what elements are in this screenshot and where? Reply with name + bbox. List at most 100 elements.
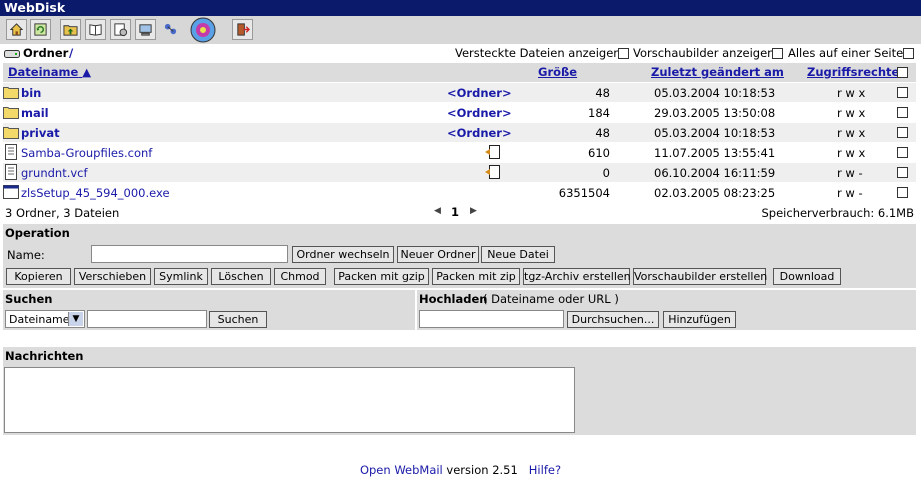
- file-date: 02.03.2005 08:23:25: [654, 186, 776, 200]
- table-row: mail <Ordner> 184 29.03.2005 13:50:08 r …: [3, 103, 916, 122]
- search-title: Suchen: [5, 292, 53, 306]
- search-input[interactable]: [87, 310, 207, 328]
- table-row: privat <Ordner> 48 05.03.2004 10:18:53 r…: [3, 123, 916, 142]
- next-page-icon[interactable]: ▶: [470, 206, 477, 216]
- version-text: version 2.51: [446, 463, 518, 477]
- search-field-select[interactable]: Dateiname ▼: [5, 310, 85, 328]
- table-row: bin <Ordner> 48 05.03.2004 10:18:53 r w …: [3, 83, 916, 102]
- one-page-label: Alles auf einer Seite: [788, 46, 904, 60]
- sort-by-name[interactable]: Dateiname ▲: [8, 65, 91, 79]
- messages-textarea[interactable]: [4, 367, 575, 433]
- move-button[interactable]: Verschieben: [74, 268, 151, 285]
- file-table-header: Dateiname ▲ Größe Zuletzt geändert am Zu…: [3, 63, 916, 82]
- name-label: Name:: [7, 248, 45, 262]
- browse-button[interactable]: Durchsuchen...: [567, 311, 659, 328]
- file-checkbox[interactable]: [897, 127, 908, 138]
- openwebmail-logo-icon[interactable]: [190, 17, 216, 43]
- new-file-button[interactable]: Neue Datei: [481, 246, 555, 263]
- download-button[interactable]: Download: [773, 268, 841, 285]
- sort-by-size[interactable]: Größe: [538, 65, 577, 79]
- folder-tag[interactable]: <Ordner>: [447, 86, 512, 100]
- file-perms: r w x: [837, 86, 866, 100]
- file-name-link[interactable]: bin: [21, 86, 41, 100]
- folder-up-icon[interactable]: [60, 19, 81, 40]
- sort-by-modified[interactable]: Zuletzt geändert am: [651, 65, 784, 79]
- tgz-button[interactable]: tgz-Archiv erstellen: [523, 268, 631, 285]
- delete-button[interactable]: Löschen: [211, 268, 271, 285]
- edit-file-icon[interactable]: [484, 144, 502, 163]
- file-size: 48: [595, 86, 610, 100]
- chevron-down-icon: ▼: [68, 312, 83, 326]
- file-checkbox[interactable]: [897, 167, 908, 178]
- page-number: 1: [451, 205, 460, 219]
- file-name-link[interactable]: privat: [21, 126, 60, 140]
- file-name-link[interactable]: zlsSetup_45_594_000.exe: [21, 186, 170, 200]
- toolbar: [0, 16, 921, 44]
- preferences-icon[interactable]: [110, 19, 131, 40]
- add-upload-button[interactable]: Hinzufügen: [663, 311, 736, 328]
- folder-icon: [3, 105, 19, 122]
- file-perms: r w -: [837, 186, 863, 200]
- footer: Open WebMail version 2.51 Hilfe?: [0, 463, 921, 477]
- gzip-button[interactable]: Packen mit gzip: [334, 268, 429, 285]
- search-field-value: Dateiname: [9, 313, 70, 326]
- folder-tag[interactable]: <Ordner>: [447, 106, 512, 120]
- edit-file-icon[interactable]: [484, 164, 502, 183]
- folder-tag[interactable]: <Ordner>: [447, 126, 512, 140]
- home-icon[interactable]: [6, 19, 27, 40]
- file-perms: r w x: [837, 106, 866, 120]
- show-thumbs-checkbox[interactable]: [772, 48, 783, 59]
- file-checkbox[interactable]: [897, 187, 908, 198]
- title-bar: WebDisk: [0, 0, 921, 16]
- operation-title: Operation: [5, 226, 70, 240]
- select-all-checkbox[interactable]: [897, 67, 908, 78]
- book-icon[interactable]: [85, 19, 106, 40]
- file-checkbox[interactable]: [897, 107, 908, 118]
- file-perms: r w x: [837, 146, 866, 160]
- one-page-checkbox[interactable]: [903, 48, 914, 59]
- logout-icon[interactable]: [232, 19, 253, 40]
- text-file-icon: [4, 144, 18, 163]
- change-folder-button[interactable]: Ordner wechseln: [292, 246, 394, 263]
- name-input[interactable]: [91, 245, 288, 263]
- search-panel: Suchen Dateiname ▼ Suchen: [3, 290, 415, 330]
- sort-by-perms[interactable]: Zugriffsrechte: [807, 65, 899, 79]
- drive-icon: [4, 48, 20, 62]
- prev-page-icon[interactable]: ◀: [434, 206, 441, 216]
- file-perms: r w x: [837, 126, 866, 140]
- window-title: WebDisk: [4, 0, 66, 15]
- show-hidden-checkbox[interactable]: [618, 48, 629, 59]
- file-size: 48: [595, 126, 610, 140]
- copy-button[interactable]: Kopieren: [6, 268, 71, 285]
- storage-usage: Speicherverbrauch: 6.1MB: [761, 206, 915, 220]
- search-button[interactable]: Suchen: [209, 311, 267, 328]
- upload-panel: Hochladen ( Dateiname oder URL ) Durchsu…: [417, 290, 916, 330]
- folder-icon: [3, 85, 19, 102]
- path-root-link[interactable]: /: [69, 46, 73, 60]
- file-name-link[interactable]: grundnt.vcf: [21, 166, 88, 180]
- file-checkbox[interactable]: [897, 87, 908, 98]
- thumbnails-button[interactable]: Vorschaubilder erstellen: [633, 268, 767, 285]
- file-name-link[interactable]: mail: [21, 106, 49, 120]
- text-file-icon: [4, 164, 18, 183]
- operation-panel: Operation Name: Ordner wechseln Neuer Or…: [3, 224, 916, 288]
- file-date: 05.03.2004 10:18:53: [654, 86, 776, 100]
- file-name-link[interactable]: Samba-Groupfiles.conf: [21, 146, 152, 160]
- file-date: 29.03.2005 13:50:08: [654, 106, 776, 120]
- sort-asc-icon: ▲: [82, 65, 92, 79]
- refresh-icon[interactable]: [30, 19, 51, 40]
- zip-button[interactable]: Packen mit zip: [432, 268, 520, 285]
- table-row: zlsSetup_45_594_000.exe 6351504 02.03.20…: [3, 183, 916, 202]
- table-row: Samba-Groupfiles.conf 610 11.07.2005 13:…: [3, 143, 916, 162]
- help-link[interactable]: Hilfe?: [529, 463, 561, 477]
- upload-file-input[interactable]: [419, 310, 564, 328]
- openwebmail-link[interactable]: Open WebMail: [360, 463, 443, 477]
- computer-icon[interactable]: [135, 19, 156, 40]
- upload-title: Hochladen: [419, 292, 488, 306]
- file-perms: r w -: [837, 166, 863, 180]
- symlink-button[interactable]: Symlink: [154, 268, 208, 285]
- network-icon[interactable]: [160, 19, 181, 40]
- new-folder-button[interactable]: Neuer Ordner: [397, 246, 479, 263]
- file-checkbox[interactable]: [897, 147, 908, 158]
- chmod-button[interactable]: Chmod: [274, 268, 326, 285]
